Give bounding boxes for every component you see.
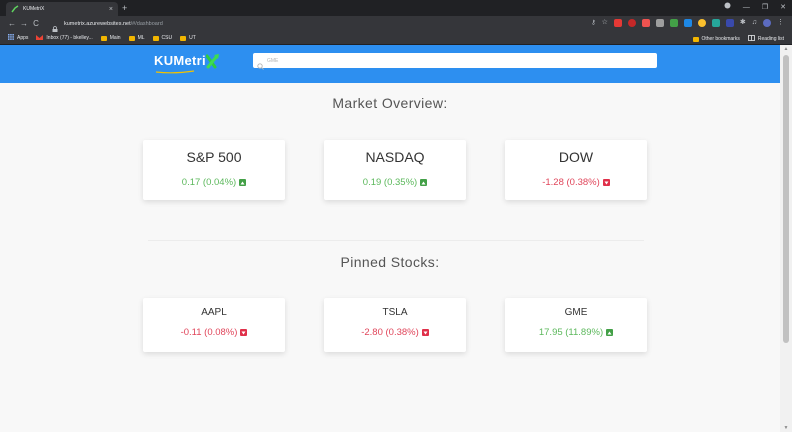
tab-close-icon[interactable]: × <box>109 6 113 13</box>
scrollbar-thumb[interactable] <box>783 55 789 343</box>
arrow-up-icon <box>420 179 428 186</box>
star-icon[interactable]: ☆ <box>602 19 608 27</box>
search-icon <box>257 57 264 70</box>
stock-card-gme[interactable]: GME 17.95 (11.89%) <box>505 298 647 352</box>
puzzle-icon[interactable]: ✱ <box>740 19 746 27</box>
bookmark-other[interactable]: Other bookmarks <box>692 35 740 43</box>
media-icon[interactable]: ♫ <box>752 19 757 27</box>
bookmark-ut[interactable]: UT <box>180 35 196 41</box>
new-tab-button[interactable]: + <box>122 3 127 13</box>
bookmark-apps[interactable]: Apps <box>8 34 28 42</box>
stock-change: -0.11 (0.08%) <box>143 327 285 338</box>
kumetrix-favicon-icon <box>11 5 19 13</box>
page-scrollbar[interactable]: ▲ ▼ <box>780 45 792 432</box>
stock-change: -2.80 (0.38%) <box>324 327 466 338</box>
lock-icon[interactable] <box>52 20 58 33</box>
search-input[interactable] <box>267 57 647 64</box>
key-icon[interactable]: ⚷ <box>591 19 595 27</box>
section-divider <box>148 240 644 241</box>
profile-icon[interactable] <box>724 2 731 13</box>
close-window-button[interactable]: ✕ <box>780 3 786 13</box>
kumetrix-logo[interactable]: KUMetri <box>154 53 220 75</box>
bookmark-main[interactable]: Main <box>100 35 121 41</box>
browser-toolbar: ← → C kumetrix.azurewebsites.net /#/dash… <box>0 16 792 33</box>
stock-ticker: AAPL <box>201 307 227 318</box>
forward-button[interactable]: → <box>18 19 30 29</box>
arrow-down-icon <box>602 179 610 186</box>
menu-kebab-icon[interactable]: ⋮ <box>777 19 784 27</box>
reading-list-icon <box>747 35 755 43</box>
index-change: -1.28 (0.38%) <box>505 177 647 188</box>
extension-blue-icon[interactable] <box>683 19 692 27</box>
index-card-dow[interactable]: DOW -1.28 (0.38%) <box>505 140 647 200</box>
extension-gray-icon[interactable] <box>655 19 664 27</box>
gmail-icon <box>36 34 44 42</box>
folder-icon <box>100 35 107 41</box>
tab-title: KUMetriX <box>23 6 45 12</box>
extension-icons: ⚷ ☆ ✱ ♫ ⋮ <box>591 19 784 27</box>
extension-navy-icon[interactable] <box>725 19 734 27</box>
folder-icon <box>180 35 187 41</box>
bookmark-ml[interactable]: ML <box>128 35 145 41</box>
scroll-up-icon[interactable]: ▲ <box>783 46 789 52</box>
stock-ticker: GME <box>564 307 588 318</box>
stock-search[interactable] <box>253 53 657 70</box>
bookmarks-bar: Apps Inbox (77) - bkelley... Main ML CSU… <box>0 32 792 45</box>
stock-ticker: TSLA <box>382 307 408 318</box>
arrow-down-icon <box>240 329 248 336</box>
bookmark-reading-list[interactable]: Reading list <box>747 35 784 43</box>
extension-mint-icon[interactable] <box>711 19 720 27</box>
extension-red-icon[interactable] <box>613 19 622 27</box>
stock-change: 17.95 (11.89%) <box>505 327 647 338</box>
maximize-button[interactable]: ❐ <box>762 3 768 13</box>
arrow-up-icon <box>606 329 614 336</box>
folder-icon <box>128 35 135 41</box>
bookmark-inbox[interactable]: Inbox (77) - bkelley... <box>36 34 93 42</box>
index-card-sp500[interactable]: S&P 500 0.17 (0.04%) <box>143 140 285 200</box>
url-path: /#/dashboard <box>130 20 163 27</box>
browser-tab-bar: KUMetriX × + — ❐ ✕ <box>0 0 792 16</box>
reload-button[interactable]: C <box>30 19 42 29</box>
index-name: DOW <box>558 149 594 165</box>
profile-avatar-icon[interactable] <box>763 19 771 27</box>
extension-pdf-icon[interactable] <box>641 19 650 27</box>
arrow-up-icon <box>239 179 247 186</box>
market-overview-title: Market Overview: <box>332 95 448 111</box>
bookmark-csu[interactable]: CSU <box>152 35 172 41</box>
address-bar[interactable]: kumetrix.azurewebsites.net /#/dashboard <box>52 17 572 33</box>
logo-swoosh-icon <box>155 70 195 74</box>
logo-text: KUMetri <box>154 53 206 68</box>
app-header: KUMetri <box>0 45 780 83</box>
folder-icon <box>152 35 159 41</box>
folder-icon <box>692 36 699 42</box>
page-viewport: KUMetri Market Overview: S&P 500 0.17 (0… <box>0 45 780 432</box>
extension-lastpass-icon[interactable] <box>627 19 636 27</box>
scroll-down-icon[interactable]: ▼ <box>783 425 789 431</box>
stock-card-tsla[interactable]: TSLA -2.80 (0.38%) <box>324 298 466 352</box>
pinned-stocks-title: Pinned Stocks: <box>340 254 440 270</box>
minimize-button[interactable]: — <box>743 3 750 13</box>
extension-green-icon[interactable] <box>669 19 678 27</box>
back-button[interactable]: ← <box>6 19 18 29</box>
stock-card-aapl[interactable]: AAPL -0.11 (0.08%) <box>143 298 285 352</box>
index-change: 0.17 (0.04%) <box>143 177 285 188</box>
extension-yellow-icon[interactable] <box>697 19 706 27</box>
browser-tab[interactable]: KUMetriX × <box>6 2 118 16</box>
index-change: 0.19 (0.35%) <box>324 177 466 188</box>
index-card-nasdaq[interactable]: NASDAQ 0.19 (0.35%) <box>324 140 466 200</box>
index-name: S&P 500 <box>186 149 242 165</box>
index-name: NASDAQ <box>365 149 425 165</box>
apps-grid-icon <box>8 34 14 42</box>
window-controls: — ❐ ✕ <box>724 2 786 13</box>
url-host: kumetrix.azurewebsites.net <box>64 20 131 27</box>
arrow-down-icon <box>421 329 429 336</box>
